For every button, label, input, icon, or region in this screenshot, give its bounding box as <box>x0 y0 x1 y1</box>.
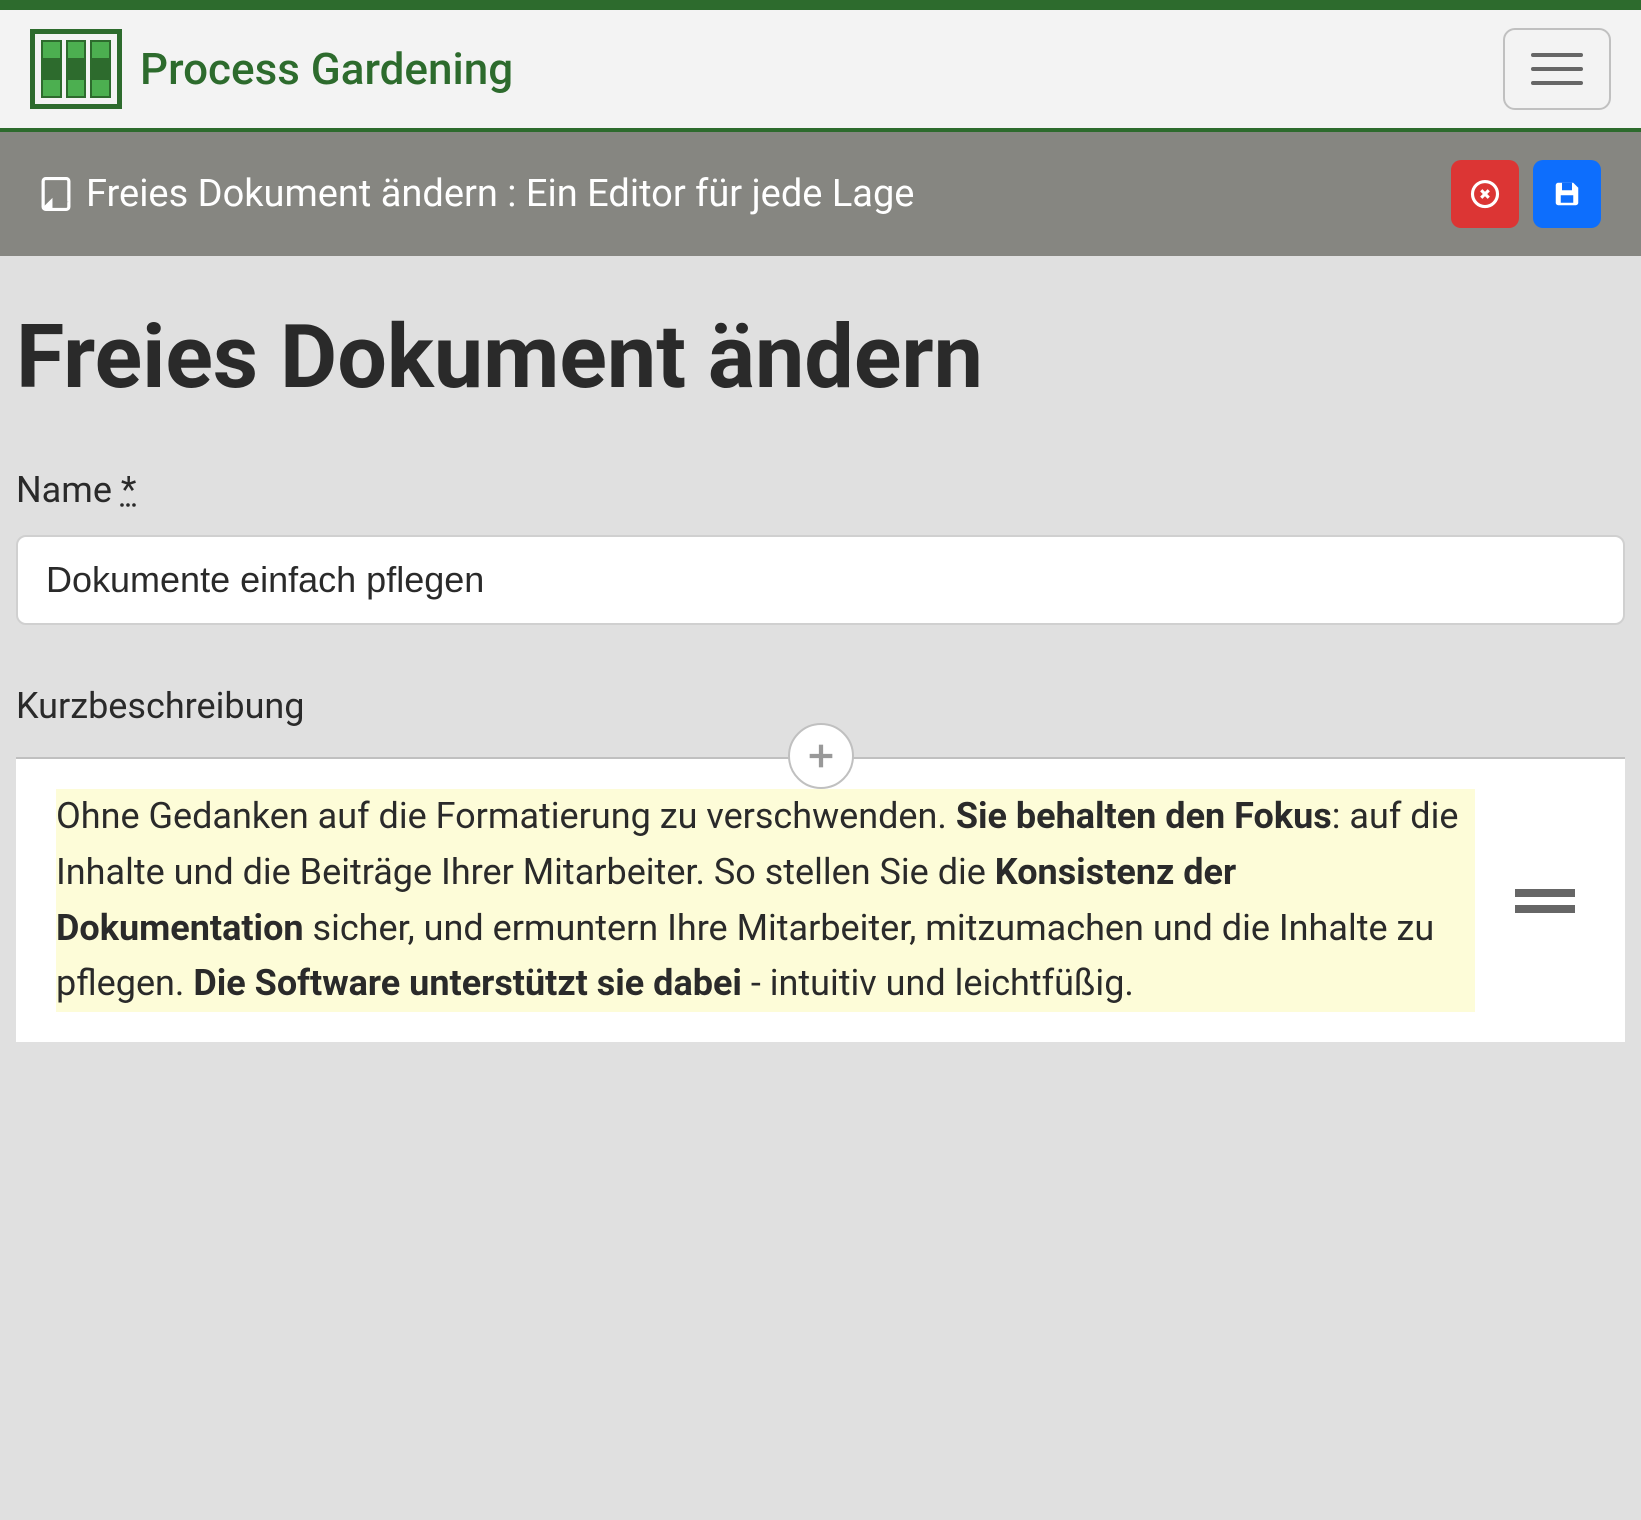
name-form-group: Name * <box>16 469 1625 625</box>
close-icon <box>1470 179 1500 209</box>
subheader-text: Freies Dokument ändern : Ein Editor für … <box>86 172 914 216</box>
navbar: Process Gardening <box>0 10 1641 132</box>
content-area: Freies Dokument ändern Name * Kurzbeschr… <box>0 256 1641 1042</box>
drag-handle[interactable] <box>1505 879 1585 923</box>
page-title: Freies Dokument ändern <box>16 306 1625 409</box>
navbar-brand[interactable]: Process Gardening <box>30 29 513 109</box>
required-indicator: * <box>121 469 137 511</box>
cancel-button[interactable] <box>1451 160 1519 228</box>
name-label: Name * <box>16 469 1625 511</box>
top-accent-bar <box>0 0 1641 10</box>
subheader-title: Freies Dokument ändern : Ein Editor für … <box>40 172 914 216</box>
description-label: Kurzbeschreibung <box>16 685 1625 727</box>
editor-block: Ohne Gedanken auf die Formatierung zu ve… <box>16 757 1625 1042</box>
hamburger-icon <box>1531 53 1583 57</box>
description-form-group: Kurzbeschreibung Ohne Gedanken auf die F… <box>16 685 1625 1042</box>
plus-icon <box>804 739 838 773</box>
editor-content[interactable]: Ohne Gedanken auf die Formatierung zu ve… <box>56 789 1475 1012</box>
brand-text: Process Gardening <box>140 43 513 95</box>
add-block-button[interactable] <box>788 723 854 789</box>
action-buttons <box>1451 160 1601 228</box>
editor-wrapper: Ohne Gedanken auf die Formatierung zu ve… <box>16 757 1625 1042</box>
subheader: Freies Dokument ändern : Ein Editor für … <box>0 132 1641 256</box>
drag-handle-icon <box>1515 889 1575 897</box>
name-input[interactable] <box>16 535 1625 625</box>
save-button[interactable] <box>1533 160 1601 228</box>
save-icon <box>1552 179 1582 209</box>
brand-logo-icon <box>30 29 122 109</box>
hamburger-menu-button[interactable] <box>1503 28 1611 110</box>
document-icon <box>40 176 72 212</box>
